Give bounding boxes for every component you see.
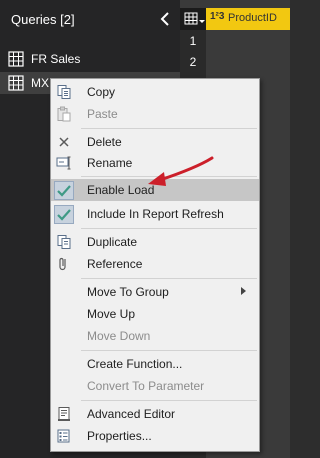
- table-icon: [8, 75, 24, 91]
- checked-indicator: [54, 181, 74, 200]
- menu-item-move-up[interactable]: Move Up: [51, 303, 259, 325]
- check-icon: [57, 185, 71, 197]
- menu-item-label: Reference: [87, 257, 143, 271]
- chevron-left-icon: [160, 12, 169, 26]
- check-icon: [57, 209, 71, 221]
- queries-pane-title: Queries [2]: [11, 12, 75, 27]
- query-item-label: FR Sales: [31, 52, 81, 66]
- menu-item-advanced-editor[interactable]: Advanced Editor: [51, 403, 259, 425]
- table-icon: [8, 51, 24, 67]
- menu-item-label: Move Down: [87, 329, 151, 343]
- submenu-arrow-icon: [241, 287, 246, 295]
- queries-pane-header: Queries [2]: [0, 0, 180, 40]
- menu-item-label: Move Up: [87, 307, 136, 321]
- menu-item-rename[interactable]: Rename: [51, 152, 259, 174]
- menu-separator: [81, 400, 257, 401]
- menu-item-paste[interactable]: Paste: [51, 103, 259, 125]
- menu-item-label: Rename: [87, 156, 133, 170]
- collapse-pane-button[interactable]: [158, 10, 172, 28]
- menu-item-label: Enable Load: [87, 183, 155, 197]
- column-name: ProductID: [228, 12, 277, 24]
- column-type-icon: 1²3: [210, 11, 225, 22]
- menu-item-label: Delete: [87, 135, 122, 149]
- menu-item-label: Properties...: [87, 429, 152, 443]
- duplicate-icon: [57, 235, 71, 249]
- menu-item-reference[interactable]: Reference: [51, 253, 259, 275]
- column-header-productid[interactable]: 1²3 ProductID: [206, 8, 290, 30]
- menu-item-delete[interactable]: Delete: [51, 131, 259, 153]
- reference-icon: [59, 257, 66, 271]
- context-menu: Copy Paste Delete Rename Enable Load Inc…: [50, 78, 260, 452]
- menu-separator: [81, 128, 257, 129]
- table-menu-icon: [184, 12, 205, 25]
- query-item-label: MX: [31, 76, 49, 90]
- menu-item-label: Duplicate: [87, 235, 138, 249]
- menu-item-properties[interactable]: Properties...: [51, 425, 259, 447]
- row-number: 1: [189, 34, 197, 48]
- menu-separator: [81, 176, 257, 177]
- menu-item-move-down[interactable]: Move Down: [51, 325, 259, 347]
- menu-item-enable-load[interactable]: Enable Load: [51, 179, 259, 201]
- paste-icon: [57, 106, 71, 122]
- menu-item-convert-to-parameter[interactable]: Convert To Parameter: [51, 375, 259, 397]
- copy-icon: [57, 85, 71, 99]
- menu-item-label: Include In Report Refresh: [87, 207, 224, 221]
- delete-icon: [59, 137, 69, 147]
- advanced-editor-icon: [58, 407, 70, 421]
- menu-item-label: Create Function...: [87, 357, 183, 371]
- menu-separator: [81, 228, 257, 229]
- menu-separator: [81, 278, 257, 279]
- menu-item-label: Copy: [87, 85, 116, 99]
- menu-item-label: Advanced Editor: [87, 407, 176, 421]
- menu-item-label: Convert To Parameter: [87, 379, 205, 393]
- menu-item-label: Paste: [87, 107, 118, 121]
- menu-item-duplicate[interactable]: Duplicate: [51, 231, 259, 253]
- menu-item-label: Move To Group: [87, 285, 169, 299]
- menu-item-copy[interactable]: Copy: [51, 81, 259, 103]
- query-item-fr-sales[interactable]: FR Sales: [0, 48, 180, 70]
- grid-header: 1²3 ProductID: [180, 8, 290, 30]
- checked-indicator: [54, 205, 74, 224]
- menu-item-move-to-group[interactable]: Move To Group: [51, 281, 259, 303]
- properties-icon: [57, 429, 70, 443]
- row-number: 2: [189, 55, 197, 69]
- menu-separator: [81, 350, 257, 351]
- table-menu-button[interactable]: [184, 11, 206, 27]
- rename-icon: [56, 156, 71, 170]
- menu-item-create-function[interactable]: Create Function...: [51, 353, 259, 375]
- menu-item-include-in-report-refresh[interactable]: Include In Report Refresh: [51, 203, 259, 225]
